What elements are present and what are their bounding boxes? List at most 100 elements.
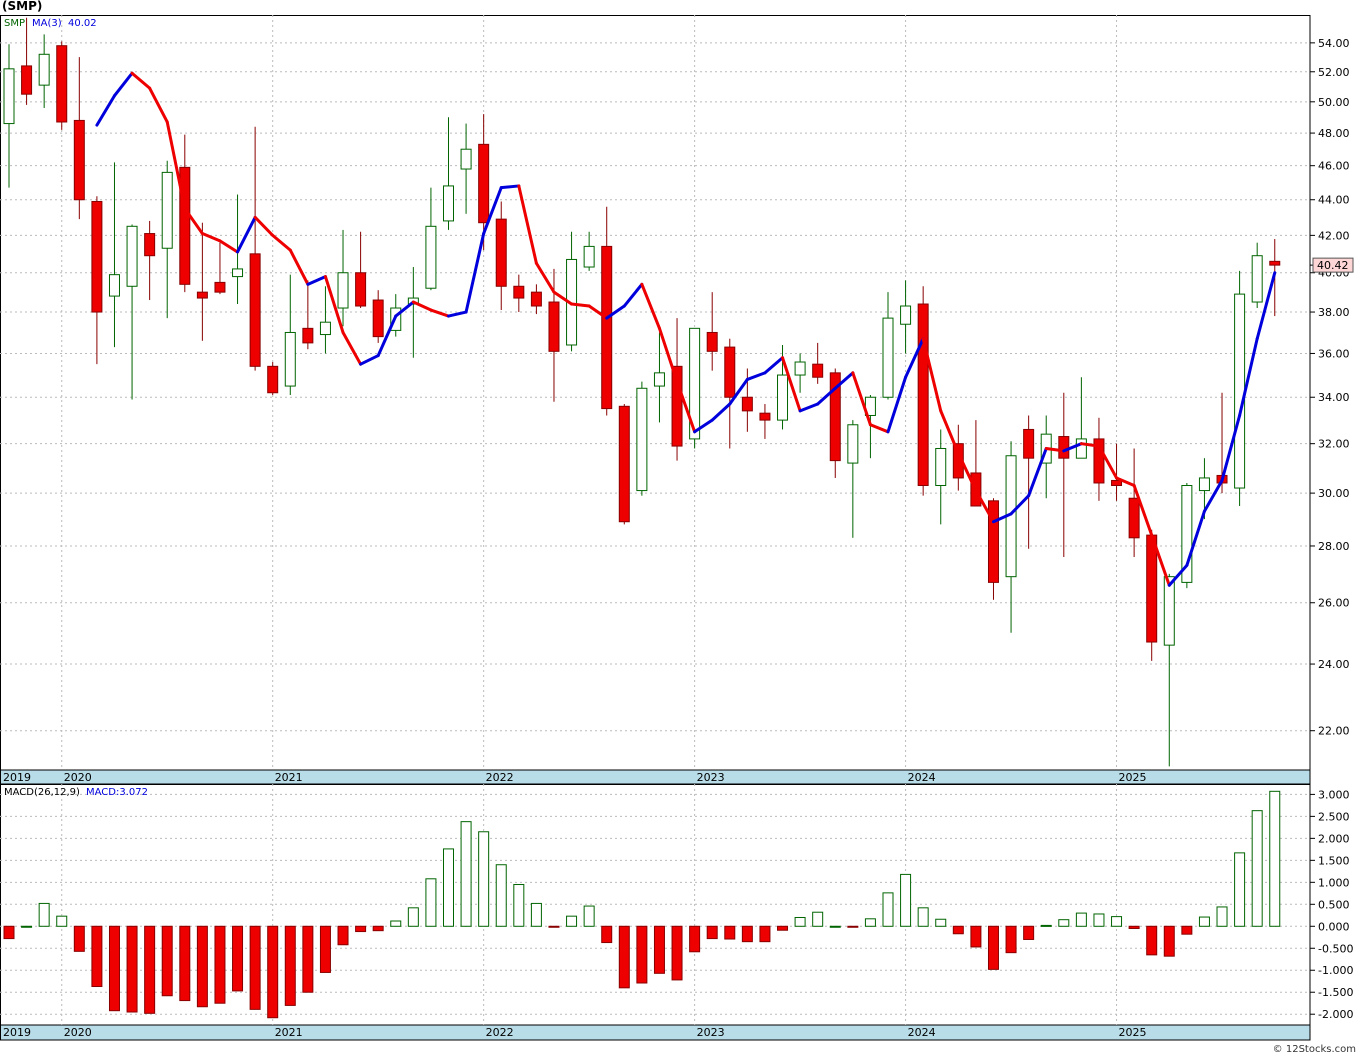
macd-bar bbox=[1128, 925, 1140, 929]
macd-y-tick-label: 0.500 bbox=[1318, 898, 1350, 911]
candle-body bbox=[777, 374, 789, 421]
macd-bar bbox=[724, 925, 736, 940]
macd-x-tick-label: 2020 bbox=[64, 1026, 92, 1039]
macd-bar bbox=[355, 925, 367, 933]
candle-body bbox=[478, 143, 490, 224]
macd-bar bbox=[864, 918, 876, 927]
price-y-tick-label: 26.00 bbox=[1318, 597, 1350, 610]
macd-bar bbox=[1023, 925, 1035, 940]
macd-x-tick-label: 2022 bbox=[486, 1026, 514, 1039]
macd-bar bbox=[232, 925, 244, 992]
price-y-tick-label: 52.00 bbox=[1318, 66, 1350, 79]
candle-body bbox=[636, 387, 648, 492]
macd-bar bbox=[214, 925, 226, 1004]
ma-line-segment bbox=[570, 302, 591, 308]
macd-bar bbox=[267, 925, 279, 1019]
macd-bar bbox=[566, 915, 578, 927]
candle-body bbox=[513, 285, 525, 299]
candle-body bbox=[706, 331, 718, 352]
legend-ma-value: 40.02 bbox=[68, 18, 97, 29]
macd-y-tick-label: 2.000 bbox=[1318, 832, 1350, 845]
candle-body bbox=[1251, 255, 1263, 303]
macd-bar bbox=[1216, 906, 1228, 927]
candle-body bbox=[1111, 479, 1123, 486]
candle-body bbox=[91, 200, 103, 313]
macd-bar bbox=[1058, 919, 1070, 927]
macd-bar bbox=[706, 925, 718, 940]
macd-bar bbox=[759, 925, 771, 943]
candle-body bbox=[917, 303, 929, 486]
macd-bar bbox=[794, 916, 806, 927]
macd-y-tick-label: 3.000 bbox=[1318, 788, 1350, 801]
macd-bar bbox=[91, 925, 103, 988]
macd-legend-value: MACD:3.072 bbox=[86, 787, 148, 798]
candle-body bbox=[161, 171, 173, 249]
last-price-label: 40.42 bbox=[1317, 259, 1349, 272]
macd-bar bbox=[144, 925, 156, 1014]
macd-bar bbox=[1075, 912, 1087, 927]
price-x-tick-label: 2020 bbox=[64, 771, 92, 784]
macd-bar bbox=[56, 915, 68, 927]
price-x-tick-label: 2024 bbox=[908, 771, 936, 784]
candle-body bbox=[3, 68, 15, 125]
candle-body bbox=[267, 365, 279, 394]
candle-body bbox=[601, 245, 613, 410]
macd-bar bbox=[495, 864, 507, 927]
candle-body bbox=[38, 53, 50, 86]
candle-body bbox=[812, 363, 824, 378]
macd-bar bbox=[741, 925, 753, 943]
price-y-tick-label: 24.00 bbox=[1318, 658, 1350, 671]
macd-bar bbox=[1093, 913, 1105, 927]
macd-bar bbox=[618, 925, 630, 989]
chart-canvas: 2019 2019 2020 2020 2021 2021 2022 2022 2023 2023… bbox=[0, 15, 1356, 1055]
macd-x-tick-label: 2021 bbox=[275, 1026, 303, 1039]
macd-bar bbox=[1198, 916, 1210, 927]
price-y-tick-label: 34.00 bbox=[1318, 391, 1350, 404]
macd-bar bbox=[917, 907, 929, 927]
price-x-tick-label: 2019 bbox=[3, 771, 31, 784]
macd-bar bbox=[1005, 925, 1017, 954]
legend-symbol: SMP bbox=[4, 18, 25, 29]
candle-body bbox=[1023, 428, 1035, 459]
candle-body bbox=[144, 233, 156, 257]
candle-body bbox=[1163, 576, 1175, 646]
macd-bar bbox=[689, 925, 701, 953]
macd-bar bbox=[601, 925, 613, 944]
price-y-tick-label: 38.00 bbox=[1318, 306, 1350, 319]
candle-body bbox=[583, 245, 595, 268]
price-x-tick-label: 2023 bbox=[697, 771, 725, 784]
price-y-tick-label: 48.00 bbox=[1318, 127, 1350, 140]
macd-x-tick-label: 2025 bbox=[1119, 1026, 1147, 1039]
candle-body bbox=[882, 317, 894, 398]
candle-body bbox=[1146, 534, 1158, 643]
candle-body bbox=[847, 424, 859, 464]
macd-bar bbox=[882, 892, 894, 927]
price-x-tick-label: 2025 bbox=[1119, 771, 1147, 784]
macd-bar bbox=[1163, 925, 1175, 957]
macd-x-axis-band bbox=[0, 1024, 1311, 1041]
macd-bar bbox=[73, 925, 85, 952]
price-y-tick-label: 28.00 bbox=[1318, 540, 1350, 553]
candle-body bbox=[794, 361, 806, 376]
macd-bar bbox=[583, 905, 595, 927]
candle-body bbox=[108, 274, 120, 297]
macd-bar bbox=[548, 925, 560, 928]
macd-bar bbox=[1146, 925, 1158, 956]
macd-bar bbox=[513, 884, 525, 927]
price-y-tick-label: 30.00 bbox=[1318, 487, 1350, 500]
macd-bar bbox=[302, 925, 314, 993]
candle-body bbox=[372, 299, 384, 338]
price-y-tick-label: 46.00 bbox=[1318, 160, 1350, 173]
ma-line-segment bbox=[499, 184, 521, 190]
macd-bar bbox=[196, 925, 208, 1008]
macd-bar bbox=[829, 925, 841, 928]
candle-body bbox=[495, 218, 507, 287]
macd-bar bbox=[653, 925, 665, 974]
macd-y-tick-label: 1.500 bbox=[1318, 854, 1350, 867]
macd-bar bbox=[847, 925, 859, 928]
candle-body bbox=[653, 372, 665, 387]
macd-bar bbox=[319, 925, 331, 973]
macd-bar bbox=[337, 925, 349, 946]
candle-body bbox=[21, 65, 33, 95]
macd-bar bbox=[390, 920, 402, 927]
